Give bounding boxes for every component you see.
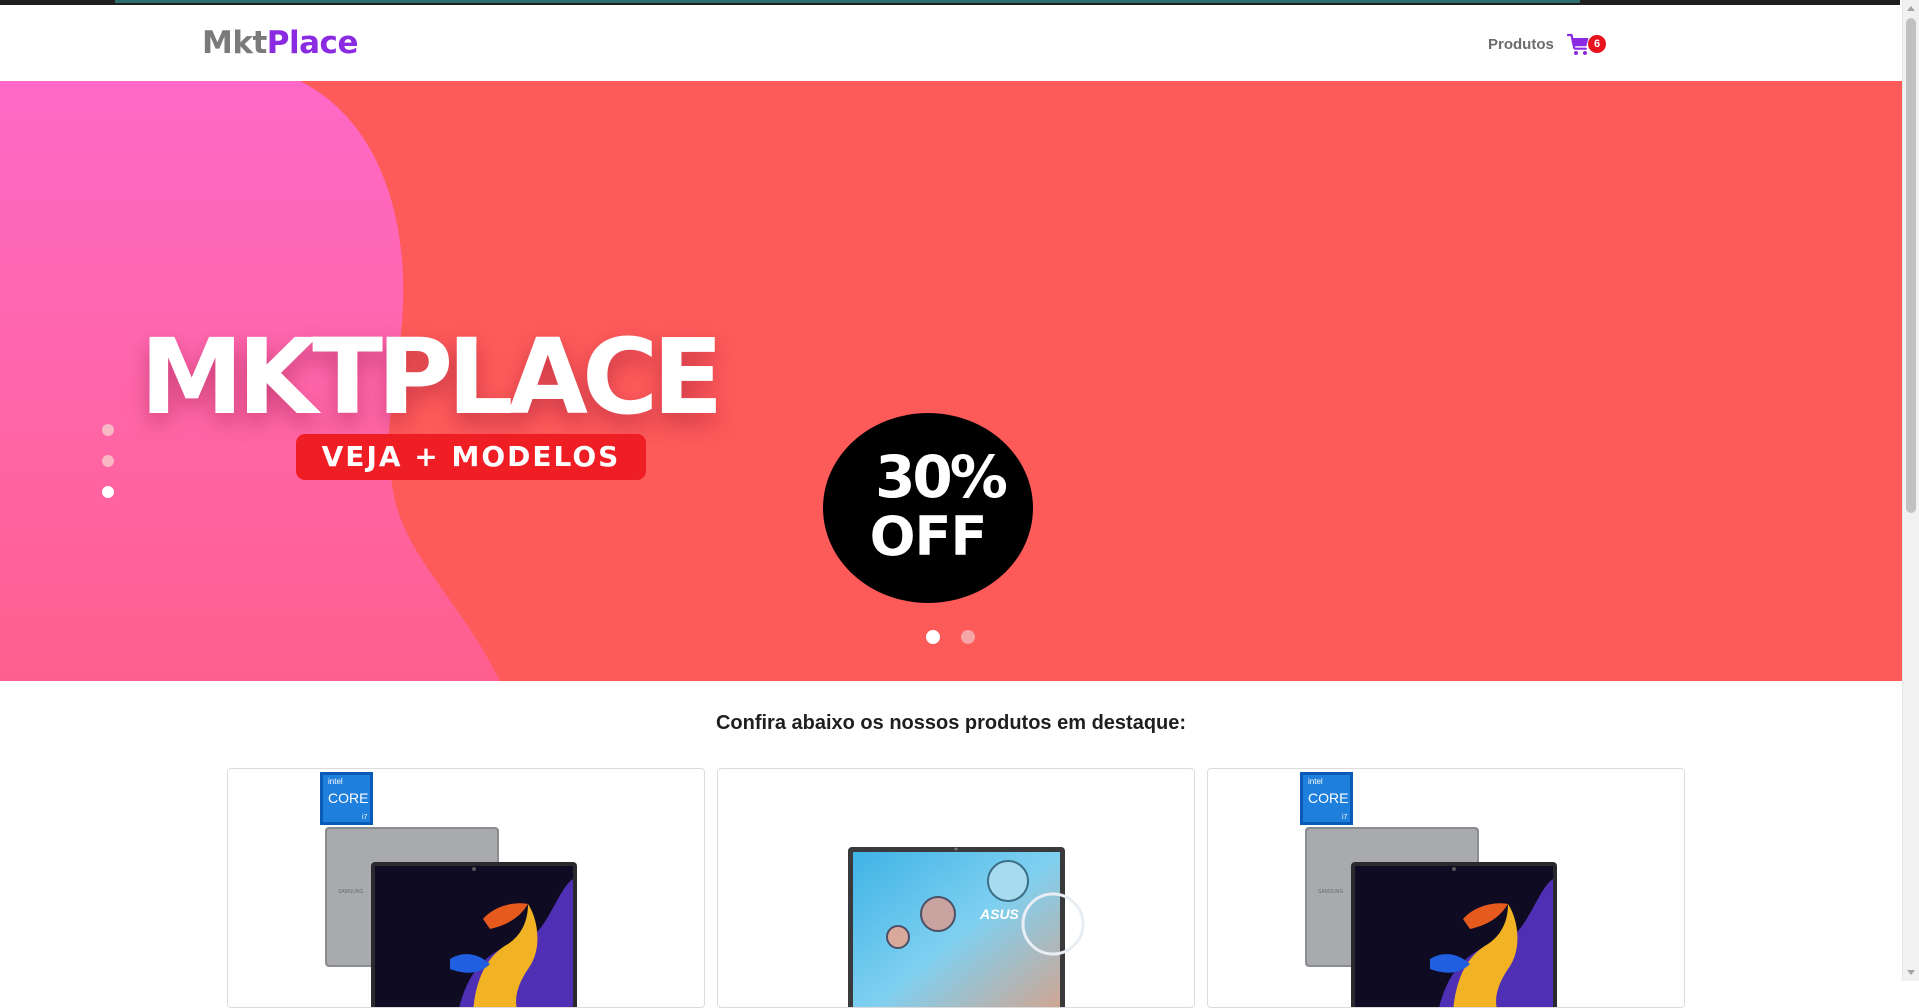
svg-text:SAMSUNG: SAMSUNG [1318, 889, 1343, 895]
discount-percent: 30% [875, 443, 1008, 511]
brand-part-1: Mkt [202, 25, 267, 61]
product-image-samsung-laptop: intel CORE i7 SAMSUNG [320, 772, 577, 1007]
discount-badge: 30% OFF [823, 413, 1033, 603]
hero-title: MKTPLACE [140, 316, 723, 438]
navbar: MktPlace Produtos 6 [0, 5, 1902, 81]
product-image-samsung-laptop: intel CORE i7 SAMSUNG [1300, 772, 1557, 1007]
veja-mais-modelos-button[interactable]: VEJA + MODELOS [296, 434, 646, 480]
product-card[interactable]: ASUS [717, 768, 1195, 1008]
core-tier: i7 [362, 814, 368, 821]
carousel-indicators [926, 630, 996, 649]
carousel-dot-1[interactable] [926, 630, 940, 644]
svg-text:SAMSUNG: SAMSUNG [338, 889, 363, 895]
scroll-down-arrow-icon[interactable] [1907, 970, 1915, 975]
carousel-dot-2[interactable] [961, 630, 975, 644]
side-dot-active [102, 486, 114, 498]
core-text: CORE [328, 790, 368, 806]
product-card[interactable]: intel CORE i7 SAMSUNG [1207, 768, 1685, 1008]
featured-title: Confira abaixo os nossos produtos em des… [715, 712, 1187, 734]
scroll-up-arrow-icon[interactable] [1907, 6, 1915, 11]
side-dots [102, 424, 114, 517]
core-text: CORE [1308, 790, 1348, 806]
loading-bar [115, 0, 1580, 3]
cart-count-badge: 6 [1588, 35, 1606, 53]
core-tier: i7 [1342, 814, 1348, 821]
brand-logo[interactable]: MktPlace [202, 25, 358, 61]
nav-link-produtos[interactable]: Produtos [1488, 36, 1554, 53]
brand-part-2: Place [266, 25, 359, 61]
hero-carousel: MKTPLACE VEJA + MODELOS 30% OFF [0, 81, 1902, 681]
page-scrollbar[interactable] [1902, 0, 1919, 981]
discount-off: OFF [869, 505, 988, 568]
asus-logo: ASUS [979, 906, 1020, 922]
scroll-thumb[interactable] [1906, 18, 1916, 513]
side-dot [102, 424, 114, 436]
intel-brand: intel [1308, 777, 1323, 786]
product-image-asus-laptop: ASUS [848, 847, 1085, 1007]
side-dot [102, 455, 114, 467]
product-card[interactable]: intel CORE i7 SAMSUNG [227, 768, 705, 1008]
intel-brand: intel [328, 777, 343, 786]
